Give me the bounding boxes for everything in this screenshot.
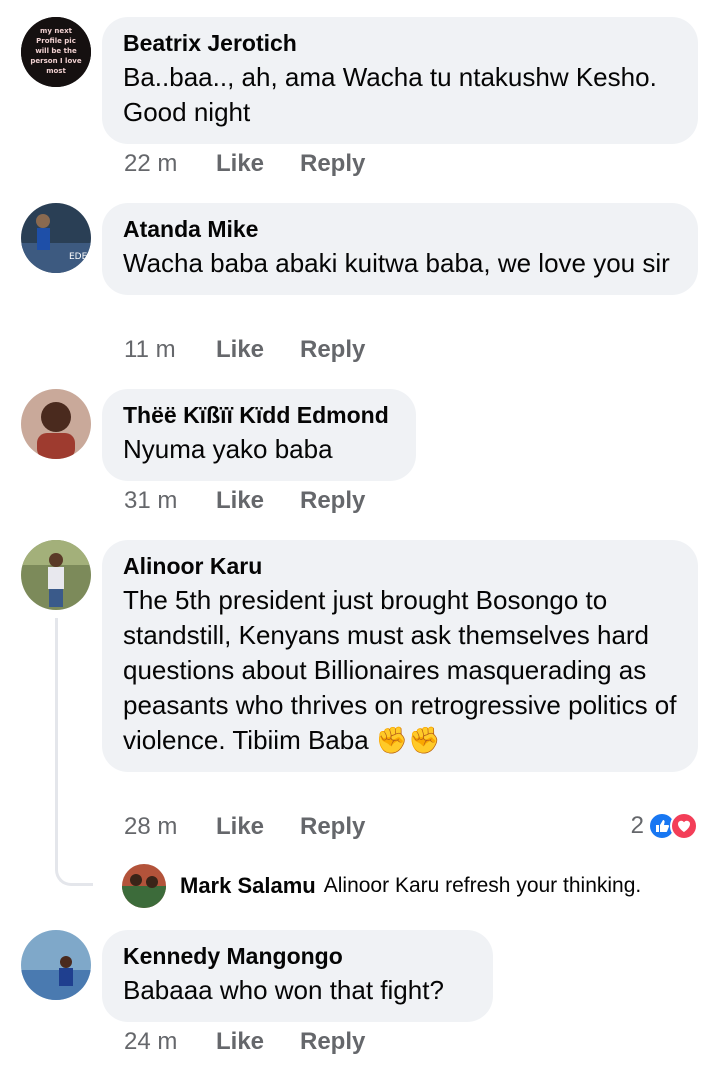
reaction-count: 2 (630, 812, 644, 839)
comment-time[interactable]: 28 m (124, 813, 216, 841)
reply-button[interactable]: Reply (300, 487, 365, 515)
svg-text:EDEN: EDEN (69, 252, 91, 262)
comment-bubble[interactable]: Beatrix Jerotich Ba..baa.., ah, ama Wach… (102, 17, 698, 144)
reply-button[interactable]: Reply (300, 150, 365, 178)
comment-author[interactable]: Thëë Kïßïï Kïdd Edmond (123, 401, 395, 429)
svg-text:Profile pic: Profile pic (36, 37, 76, 45)
avatar[interactable] (21, 389, 91, 459)
comment-text: Nyuma yako baba (123, 434, 333, 464)
like-button[interactable]: Like (216, 150, 300, 178)
avatar[interactable]: EDEN (21, 203, 91, 273)
comment-time[interactable]: 31 m (124, 487, 216, 515)
avatar[interactable] (21, 930, 91, 1000)
like-button[interactable]: Like (216, 487, 300, 515)
reply-text: Alinoor Karu refresh your thinking. (323, 874, 642, 897)
comment-time[interactable]: 22 m (124, 150, 216, 178)
comment-text: Babaaa who won that fight? (123, 975, 444, 1005)
comment-bubble[interactable]: Alinoor Karu The 5th president just brou… (102, 540, 698, 772)
avatar[interactable] (122, 864, 166, 908)
comment-bubble[interactable]: Thëë Kïßïï Kïdd Edmond Nyuma yako baba (102, 389, 416, 481)
comment-text: Wacha baba abaki kuitwa baba, we love yo… (123, 248, 670, 278)
comment-text: The 5th president just brought Bosongo t… (123, 585, 677, 755)
avatar[interactable] (21, 540, 91, 610)
svg-text:most: most (46, 67, 66, 75)
svg-text:person I love: person I love (30, 57, 81, 65)
thread-connector (55, 618, 93, 886)
comment-text: Ba..baa.., ah, ama Wacha tu ntakushw Kes… (123, 62, 657, 127)
svg-text:will be the: will be the (35, 47, 77, 55)
comment-author[interactable]: Kennedy Mangongo (123, 942, 472, 970)
comment-author[interactable]: Atanda Mike (123, 215, 677, 243)
comment-bubble[interactable]: Atanda Mike Wacha baba abaki kuitwa baba… (102, 203, 698, 295)
reply-item: Mark Salamu Alinoor Karu refresh your th… (122, 864, 641, 908)
like-button[interactable]: Like (216, 336, 300, 364)
comment-author[interactable]: Alinoor Karu (123, 552, 677, 580)
reply-button[interactable]: Reply (300, 336, 365, 364)
comment-bubble[interactable]: Kennedy Mangongo Babaaa who won that fig… (102, 930, 493, 1022)
comment-time[interactable]: 24 m (124, 1028, 216, 1056)
avatar[interactable]: my next Profile pic will be the person I… (21, 17, 91, 87)
comment-author[interactable]: Beatrix Jerotich (123, 29, 677, 57)
comment-time[interactable]: 11 m (124, 336, 216, 364)
reply-author[interactable]: Mark Salamu (180, 873, 316, 899)
reactions-summary[interactable]: 2 (631, 812, 698, 840)
like-button[interactable]: Like (216, 813, 300, 841)
svg-text:my next: my next (40, 27, 73, 35)
reply-button[interactable]: Reply (300, 813, 365, 841)
reply-button[interactable]: Reply (300, 1028, 365, 1056)
love-reaction-icon (670, 812, 698, 840)
like-button[interactable]: Like (216, 1028, 300, 1056)
